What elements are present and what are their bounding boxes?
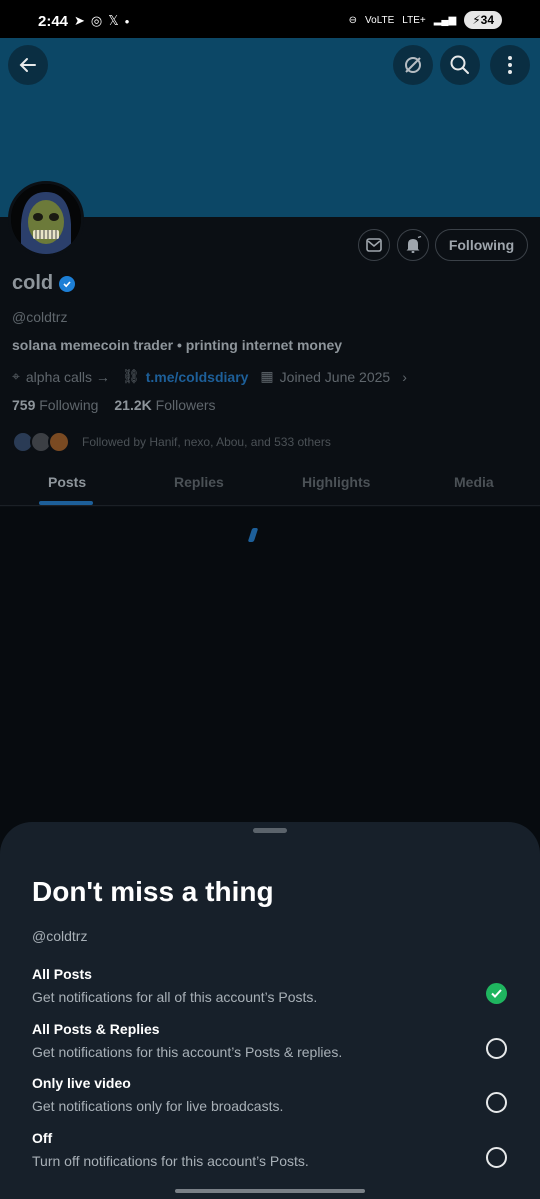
following-count-link[interactable]: 759 Following — [12, 397, 98, 413]
search-button[interactable] — [440, 45, 480, 85]
gesture-home-bar[interactable] — [175, 1189, 365, 1193]
dnd-icon: ⊖ — [348, 14, 358, 26]
radio-unchecked-icon[interactable] — [486, 1038, 507, 1059]
following-label: Following — [39, 397, 99, 413]
followed-by-text: Followed by Hanif, nexo, Abou, and 533 o… — [82, 435, 331, 449]
profile-tabs: Posts Replies Highlights Media — [0, 462, 540, 506]
tab-highlights[interactable]: Highlights — [302, 474, 370, 490]
followers-label: Followers — [155, 397, 216, 413]
option-description: Get notifications only for live broadcas… — [32, 1098, 284, 1114]
option-title: All Posts — [32, 966, 92, 982]
location-icon: ⌖ — [12, 368, 20, 384]
dot-icon: • — [124, 13, 130, 29]
radio-unchecked-icon[interactable] — [486, 1092, 507, 1113]
option-title: All Posts & Replies — [32, 1021, 160, 1037]
option-title: Only live video — [32, 1075, 131, 1091]
following-count: 759 — [12, 397, 36, 413]
option-description: Get notifications for this account’s Pos… — [32, 1044, 343, 1060]
following-button[interactable]: Following — [435, 229, 528, 261]
network-label: LTE+ — [402, 14, 426, 26]
message-button[interactable] — [358, 229, 390, 261]
back-arrow-icon — [19, 58, 36, 72]
envelope-icon — [366, 238, 382, 252]
radio-checked-icon[interactable] — [486, 983, 507, 1004]
status-notification-icons: ➤ ◎ 𝕏 • — [74, 13, 129, 29]
tab-posts[interactable]: Posts — [48, 474, 86, 490]
profile-bio: solana memecoin trader • printing intern… — [12, 337, 343, 353]
tab-replies[interactable]: Replies — [174, 474, 224, 490]
more-vertical-icon — [508, 56, 512, 74]
option-description: Turn off notifications for this account’… — [32, 1153, 309, 1169]
instagram-icon: ◎ — [90, 13, 103, 28]
status-bar: 2:44 ➤ ◎ 𝕏 • ⊖ VoLTE LTE+ ▂▄▆ ⚡34 — [0, 0, 540, 38]
follower-avatar — [48, 431, 70, 453]
status-time: 2:44 — [38, 13, 69, 30]
calendar-icon: ▦ — [260, 368, 274, 384]
profile-name: cold — [12, 272, 54, 294]
tab-media[interactable]: Media — [454, 474, 494, 490]
bell-icon — [406, 236, 422, 253]
sheet-title: Don't miss a thing — [32, 876, 274, 907]
profile-location: alpha calls → — [25, 368, 110, 385]
back-button[interactable] — [8, 45, 48, 85]
profile-handle: @coldtrz — [12, 309, 68, 325]
profile-meta: ⌖ alpha calls → ⛓ t.me/coldsdiary ▦ Join… — [12, 368, 407, 385]
sheet-handle: @coldtrz — [32, 928, 88, 944]
option-title: Off — [32, 1130, 53, 1146]
telegram-icon: ➤ — [74, 13, 85, 28]
profile-joined: Joined June 2025 — [279, 368, 391, 385]
chevron-right-icon[interactable]: › — [402, 369, 407, 385]
profile-link[interactable]: t.me/coldsdiary — [146, 369, 249, 385]
volte-icon: VoLTE — [365, 14, 395, 26]
skull-avatar-icon — [11, 184, 81, 254]
search-icon — [450, 55, 469, 74]
battery-level: 34 — [480, 13, 494, 27]
signal-icon: ▂▄▆ — [433, 14, 457, 26]
profile-name-row: cold — [12, 272, 76, 295]
battery-icon: ⚡34 — [464, 11, 502, 29]
verified-badge-icon — [59, 275, 76, 292]
followers-count-link[interactable]: 21.2K Followers — [114, 397, 215, 413]
active-tab-indicator — [39, 501, 93, 505]
sheet-drag-handle[interactable] — [253, 828, 287, 833]
followed-by-row[interactable]: Followed by Hanif, nexo, Abou, and 533 o… — [12, 430, 331, 454]
more-button[interactable] — [490, 45, 530, 85]
grok-button[interactable] — [393, 45, 433, 85]
avatar[interactable] — [8, 181, 84, 257]
option-description: Get notifications for all of this accoun… — [32, 989, 318, 1005]
grok-icon — [405, 57, 421, 73]
radio-unchecked-icon[interactable] — [486, 1147, 507, 1168]
notification-bell-button[interactable] — [397, 229, 429, 261]
x-icon: 𝕏 — [108, 13, 119, 28]
followers-count: 21.2K — [114, 397, 152, 413]
link-icon: ⛓ — [121, 368, 140, 384]
follow-counts: 759 Following 21.2K Followers — [12, 397, 216, 413]
status-system-icons: ⊖ VoLTE LTE+ ▂▄▆ ⚡34 — [349, 11, 502, 29]
loading-spinner-icon — [247, 528, 259, 542]
